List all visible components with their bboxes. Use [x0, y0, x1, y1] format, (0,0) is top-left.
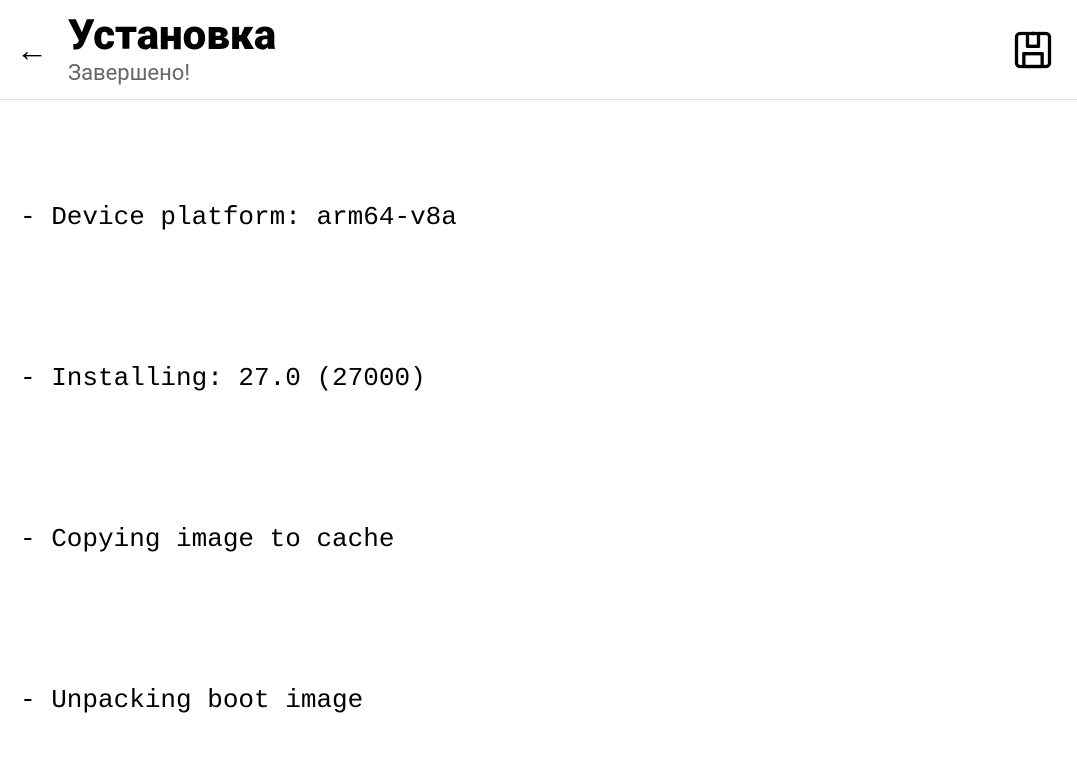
page-title: Установка	[68, 13, 276, 59]
back-button[interactable]: ←	[8, 26, 56, 74]
header-left: ← Установка Завершено!	[8, 13, 276, 86]
header-titles: Установка Завершено!	[68, 13, 276, 86]
log-line: - Unpacking boot image	[20, 680, 1057, 720]
log-output: - Device platform: arm64-v8a - Installin…	[20, 116, 1057, 784]
back-arrow-icon: ←	[16, 34, 48, 66]
app-header: ← Установка Завершено!	[0, 0, 1077, 100]
log-container: - Device platform: arm64-v8a - Installin…	[0, 100, 1077, 784]
log-line: - Copying image to cache	[20, 519, 1057, 559]
log-line: - Installing: 27.0 (27000)	[20, 358, 1057, 398]
page-subtitle: Завершено!	[68, 61, 276, 86]
save-button[interactable]	[1005, 22, 1061, 78]
log-line: - Device platform: arm64-v8a	[20, 197, 1057, 237]
save-icon	[1011, 28, 1055, 72]
